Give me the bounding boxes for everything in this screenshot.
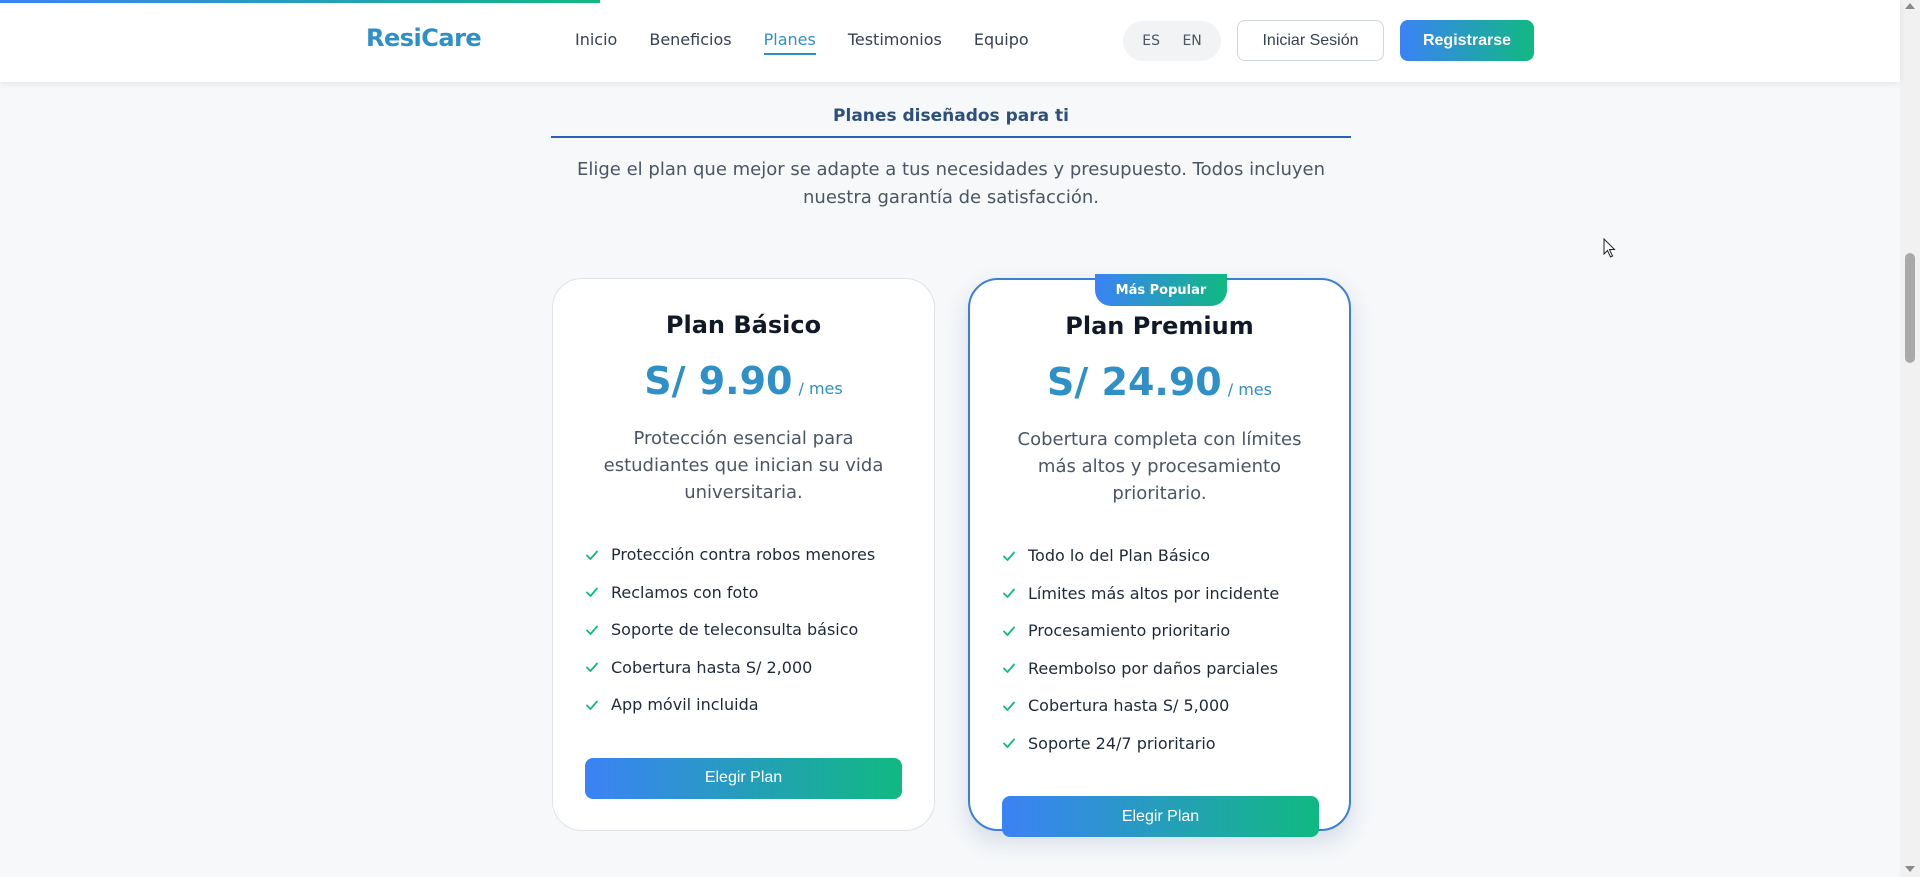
choose-plan-button[interactable]: Elegir Plan (1002, 796, 1319, 837)
plan-description: Protección esencial para estudiantes que… (603, 428, 884, 503)
plan-period: / mes (798, 379, 843, 398)
choose-plan-button[interactable]: Elegir Plan (585, 757, 902, 799)
check-icon (1003, 701, 1015, 711)
feature-item: App móvil incluida (585, 686, 902, 724)
logo[interactable]: ResiCare (366, 24, 482, 52)
nav-item-testimonios[interactable]: Testimonios (848, 30, 942, 55)
price-row: S/ 24.90 / mes (1002, 360, 1317, 404)
feature-list: Todo lo del Plan Básico Límites más alto… (1002, 537, 1317, 762)
check-icon (1003, 551, 1015, 561)
nav-item-planes[interactable]: Planes (763, 30, 817, 55)
most-popular-badge: Más Popular (1095, 274, 1227, 306)
nav-item-equipo[interactable]: Equipo (974, 30, 1029, 55)
check-icon (1003, 738, 1015, 749)
feature-text: Cobertura hasta S/ 5,000 (1028, 696, 1230, 716)
feature-item: Cobertura hasta S/ 2,000 (585, 649, 902, 687)
price-row: S/ 9.90 / mes (585, 359, 902, 403)
feature-text: App móvil incluida (611, 695, 759, 715)
feature-text: Límites más altos por incidente (1028, 583, 1280, 603)
register-button[interactable]: Registrarse (1400, 20, 1534, 61)
feature-text: Procesamiento prioritario (1028, 621, 1231, 641)
scroll-up-arrow-icon[interactable] (1905, 3, 1915, 9)
scrollbar-thumb[interactable] (1905, 253, 1915, 363)
check-icon (586, 550, 598, 560)
feature-text: Protección contra robos menores (611, 545, 876, 565)
plan-price: S/ 24.90 (1047, 360, 1222, 404)
top-navbar: ResiCare Inicio Beneficios Planes Testim… (0, 0, 1900, 82)
plan-period: / mes (1227, 380, 1272, 399)
nav-item-inicio[interactable]: Inicio (575, 30, 617, 55)
feature-item: Límites más altos por incidente (1002, 575, 1317, 613)
plan-name: Plan Básico (665, 311, 822, 339)
pointer-icon (1603, 238, 1616, 258)
section-title: Planes diseñados para ti (551, 106, 1351, 138)
feature-text: Soporte de teleconsulta básico (611, 620, 859, 640)
check-icon (1003, 588, 1015, 599)
feature-item: Cobertura hasta S/ 5,000 (1002, 687, 1317, 725)
main-nav: Inicio Beneficios Planes Testimonios Equ… (575, 30, 1061, 55)
plan-price: S/ 9.90 (644, 359, 793, 403)
feature-item: Todo lo del Plan Básico (1002, 537, 1317, 575)
feature-list: Protección contra robos menores Reclamos… (585, 536, 902, 724)
check-icon (1003, 626, 1015, 636)
login-button[interactable]: Iniciar Sesión (1237, 20, 1384, 61)
feature-item: Soporte de teleconsulta básico (585, 611, 902, 649)
feature-text: Soporte 24/7 prioritario (1028, 733, 1216, 753)
check-icon (586, 700, 598, 710)
plan-name: Plan Premium (1065, 312, 1254, 340)
feature-item: Reclamos con foto (585, 574, 902, 612)
feature-item: Soporte 24/7 prioritario (1002, 725, 1317, 763)
plan-description: Cobertura completa con límites más altos… (1017, 429, 1302, 504)
scroll-progress-bar (0, 0, 1900, 3)
nav-item-beneficios[interactable]: Beneficios (649, 30, 731, 55)
lang-es-button[interactable]: ES (1134, 29, 1168, 53)
scroll-down-arrow-icon[interactable] (1905, 866, 1915, 872)
feature-text: Todo lo del Plan Básico (1028, 546, 1210, 566)
feature-item: Protección contra robos menores (585, 536, 902, 574)
page-scrollbar[interactable] (1900, 0, 1920, 877)
feature-text: Reembolso por daños parciales (1028, 658, 1279, 678)
feature-item: Procesamiento prioritario (1002, 612, 1317, 650)
feature-text: Reclamos con foto (611, 582, 759, 602)
lang-en-button[interactable]: EN (1174, 29, 1209, 53)
scroll-progress-fill (0, 0, 601, 3)
check-icon (586, 662, 598, 673)
plan-card-basic: Plan Básico S/ 9.90 / mes Protección esen… (552, 278, 935, 831)
check-icon (1003, 663, 1015, 674)
section-subtitle: Elige el plan que mejor se adapte a tus … (577, 159, 1325, 208)
check-icon (586, 587, 598, 598)
language-switch: ES EN (1123, 21, 1221, 61)
feature-item: Reembolso por daños parciales (1002, 650, 1317, 688)
feature-text: Cobertura hasta S/ 2,000 (611, 657, 813, 677)
plan-card-premium: Más Popular Plan Premium S/ 24.90 / mes C… (968, 274, 1351, 837)
check-icon (586, 625, 598, 635)
